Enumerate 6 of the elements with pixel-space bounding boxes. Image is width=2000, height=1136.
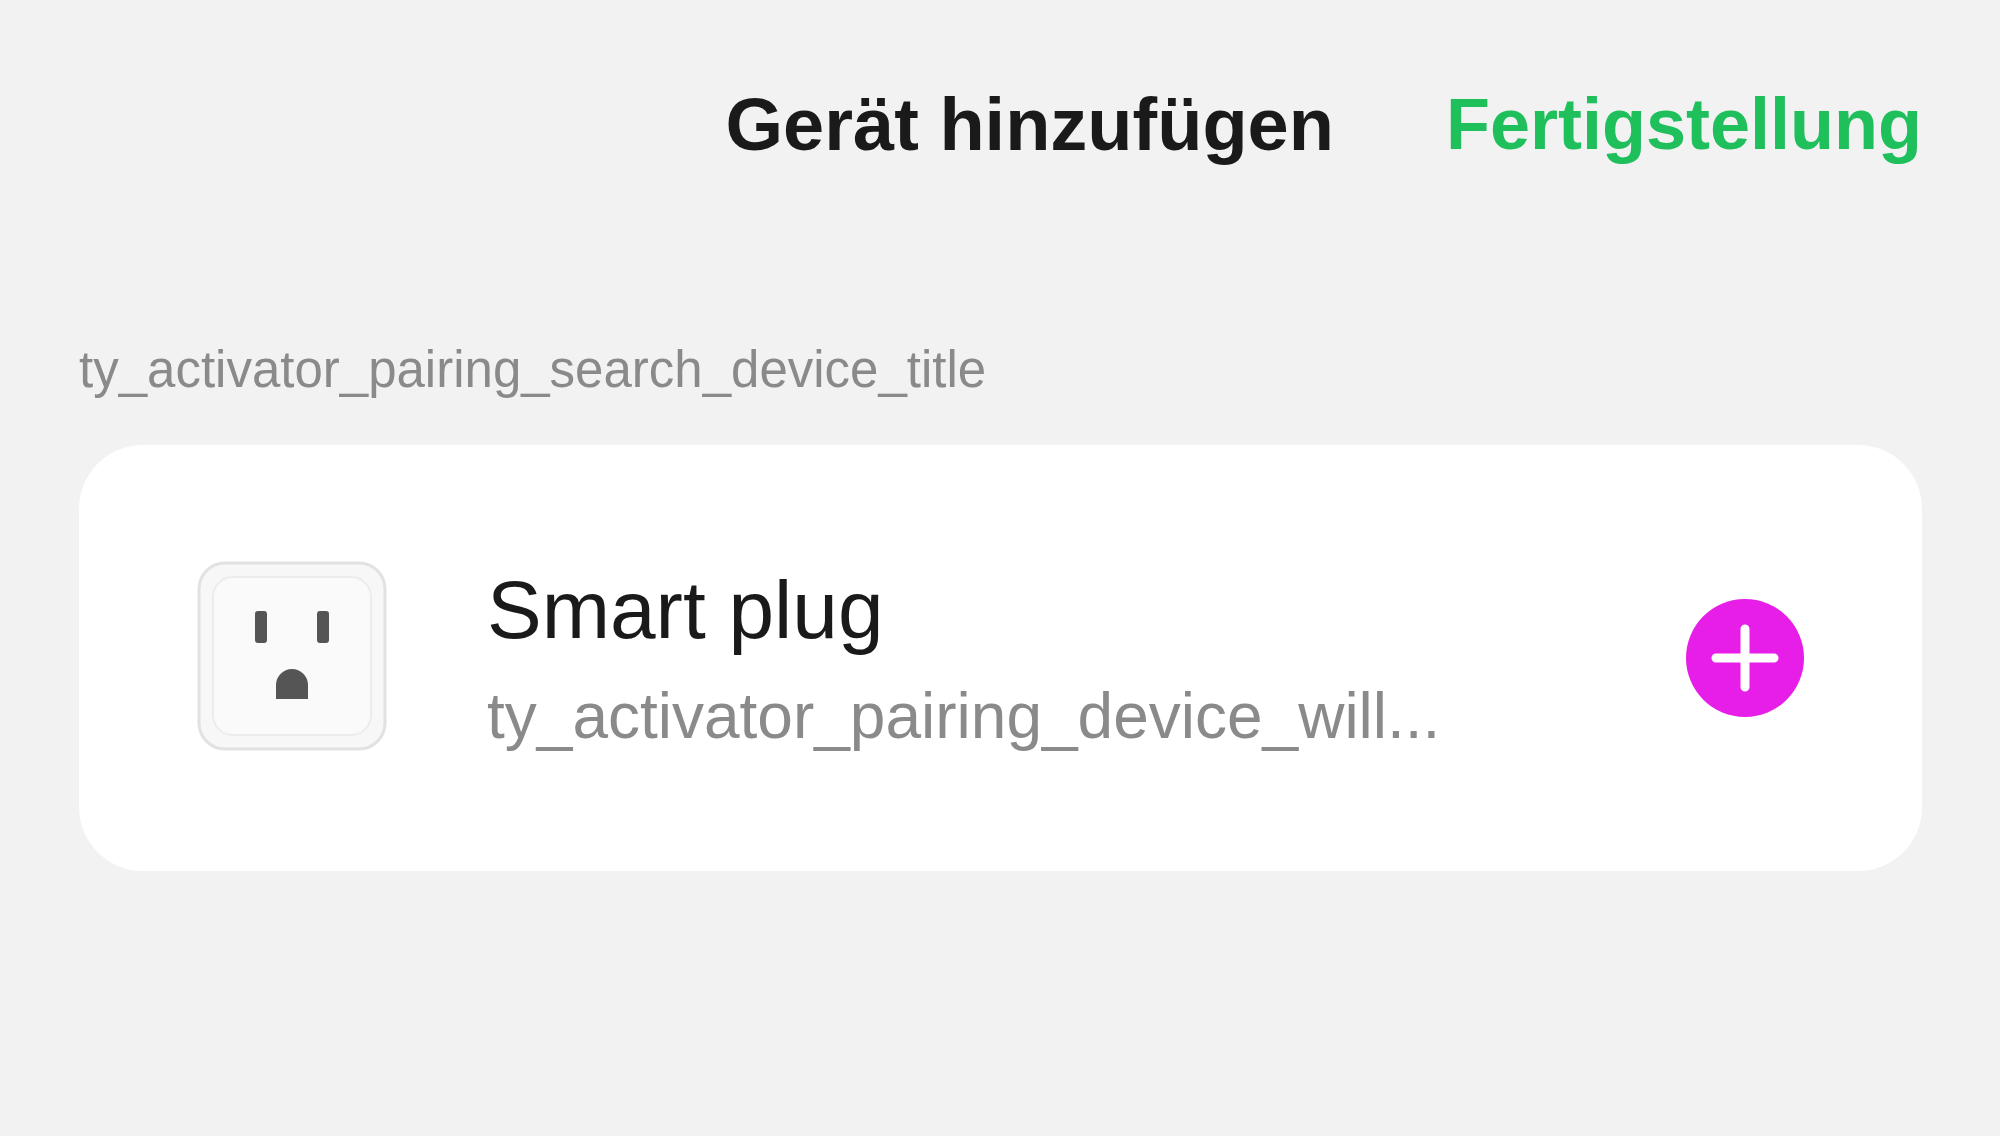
finish-button[interactable]: Fertigstellung xyxy=(1446,83,1922,165)
add-icon[interactable] xyxy=(1686,599,1804,717)
page-title: Gerät hinzufügen xyxy=(725,81,1334,167)
device-description: ty_activator_pairing_device_will... xyxy=(487,679,1442,753)
section-title: ty_activator_pairing_search_device_title xyxy=(79,340,988,399)
device-name: Smart plug xyxy=(487,563,885,657)
